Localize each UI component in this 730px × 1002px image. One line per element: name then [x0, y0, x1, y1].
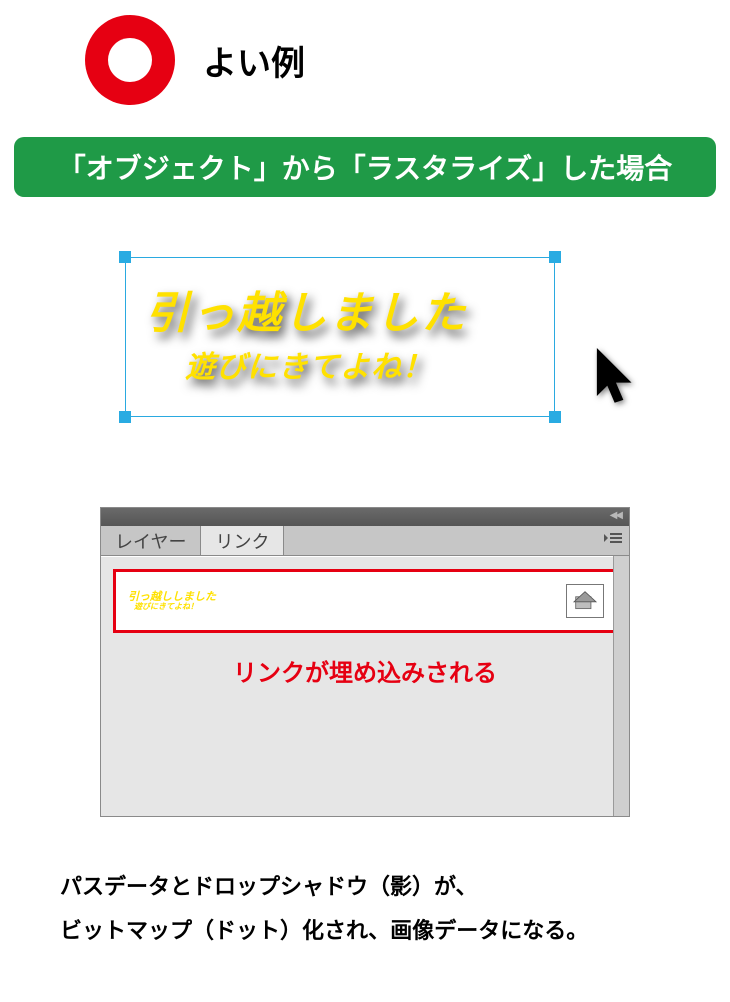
tab-layers[interactable]: レイヤー: [101, 526, 201, 555]
panel-body: 引っ越ししました 遊びにきてよね！ リンクが埋め込みされる: [101, 556, 629, 816]
thumb-line-2: 遊びにきてよね！: [134, 603, 216, 612]
footer-line-1: パスデータとドロップシャドウ（影）が、: [60, 865, 670, 909]
canvas-selection-area: 引っ越しました 遊びにきてよね！: [85, 257, 645, 447]
link-item-row[interactable]: 引っ越ししました 遊びにきてよね！: [113, 569, 617, 633]
thumb-line-1: 引っ越ししました: [128, 591, 216, 603]
selection-handle-top-left[interactable]: [119, 251, 131, 263]
raster-sample-line-1: 引っ越しました: [145, 277, 467, 341]
section-banner: 「オブジェクト」から「ラスタライズ」した場合: [14, 137, 716, 197]
panel-menu-icon[interactable]: [603, 530, 623, 546]
panel-scrollbar[interactable]: [613, 556, 629, 816]
footer-line-2: ビットマップ（ドット）化され、画像データになる。: [60, 909, 670, 953]
selection-handle-bottom-left[interactable]: [119, 411, 131, 423]
raster-sample-line-2: 遊びにきてよね！: [185, 342, 433, 386]
footer-explanation: パスデータとドロップシャドウ（影）が、 ビットマップ（ドット）化され、画像データ…: [60, 865, 670, 953]
header: よい例: [0, 0, 730, 125]
header-title: よい例: [203, 36, 305, 85]
panel-titlebar[interactable]: ◀◀: [101, 508, 629, 526]
embedded-link-icon: [566, 584, 604, 618]
embed-caption: リンクが埋め込みされる: [113, 653, 617, 688]
good-example-circle-icon: [85, 15, 175, 105]
tab-links[interactable]: リンク: [201, 526, 284, 555]
selection-handle-top-right[interactable]: [549, 251, 561, 263]
selection-handle-bottom-right[interactable]: [549, 411, 561, 423]
panel-collapse-icon[interactable]: ◀◀: [610, 510, 621, 521]
panel-tab-strip: レイヤー リンク: [101, 526, 629, 556]
links-panel: ◀◀ レイヤー リンク 引っ越ししました 遊びにきてよね！: [100, 507, 630, 817]
cursor-arrow-icon: [595, 347, 635, 407]
link-thumbnail: 引っ越ししました 遊びにきてよね！: [128, 591, 216, 612]
